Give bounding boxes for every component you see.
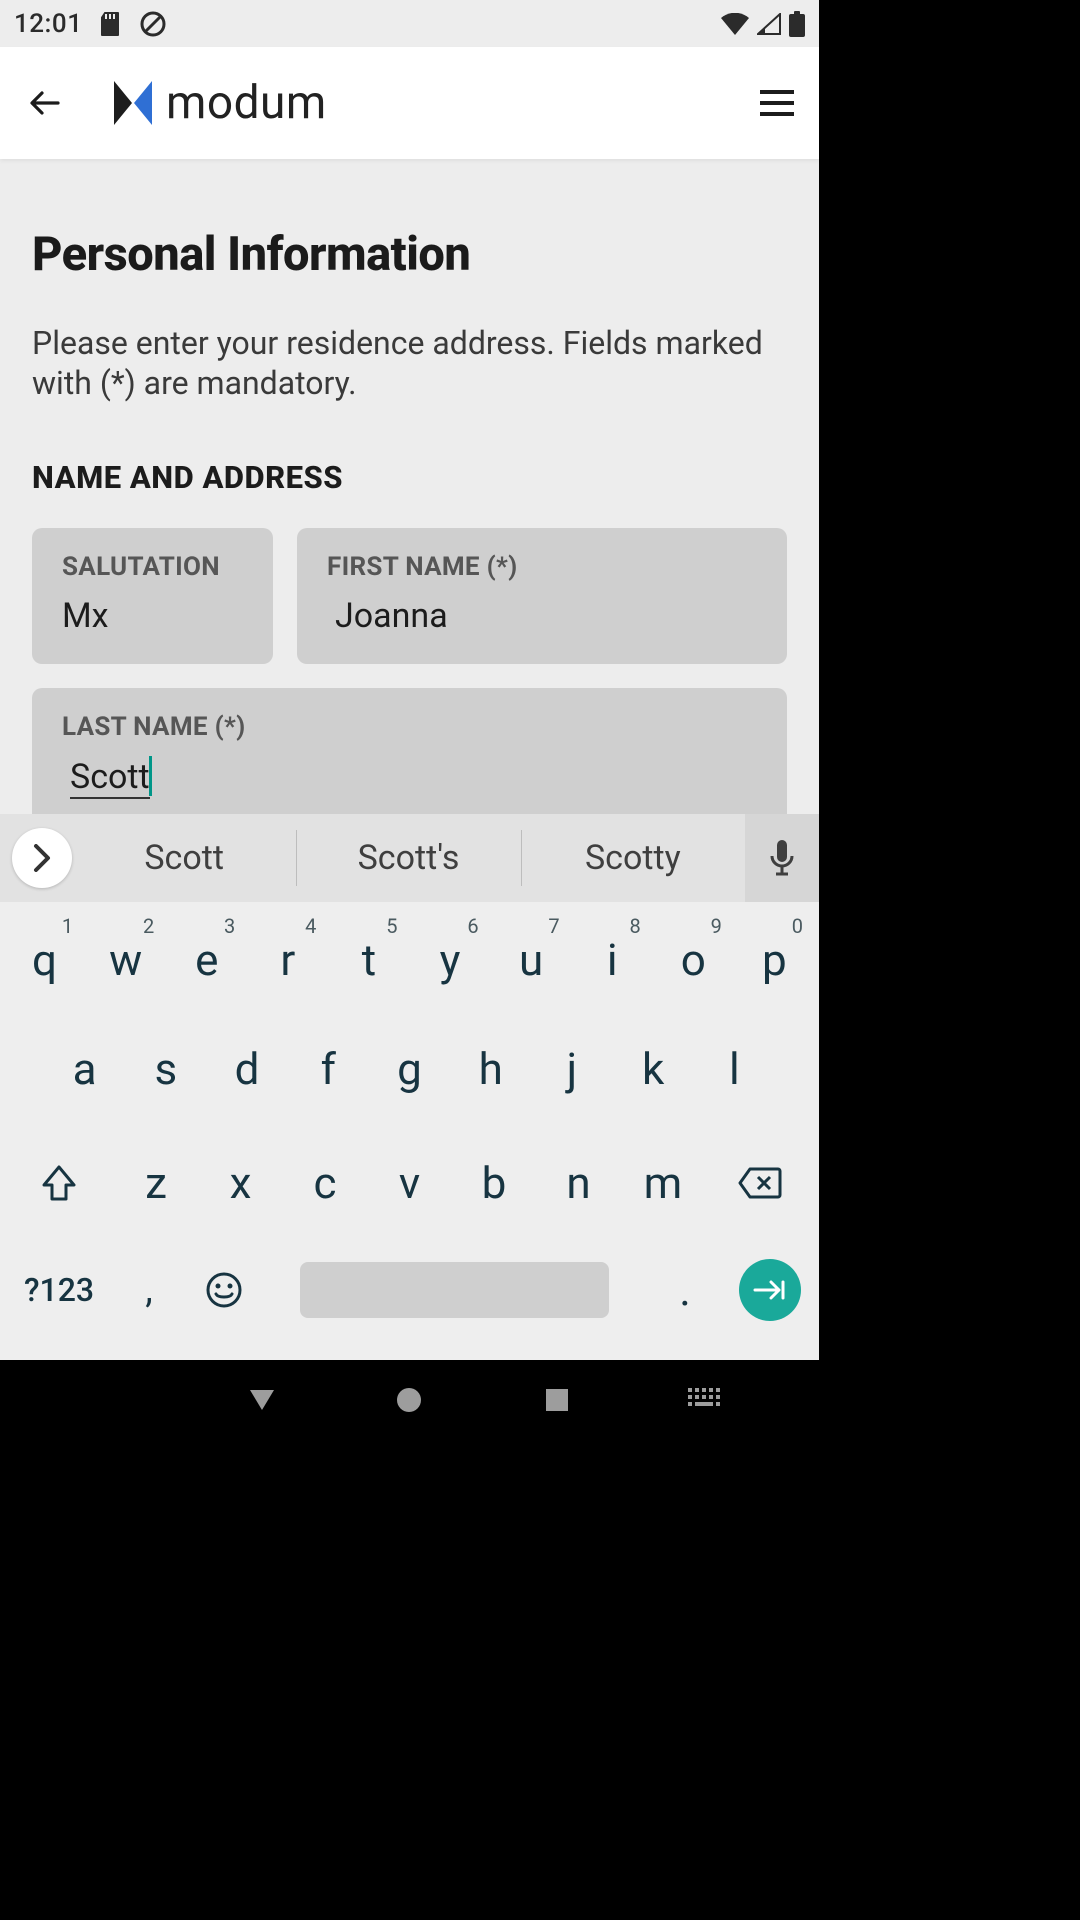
app-bar: modum: [0, 47, 819, 159]
first-name-field[interactable]: FIRST NAME (*) Joanna: [297, 528, 787, 664]
app-logo: modum: [114, 76, 327, 130]
system-nav-bar: [0, 1360, 819, 1440]
back-button[interactable]: [18, 75, 74, 131]
keyboard-area: ScottScott'sScotty q1w2e3r4t5y6u7i8o9p0 …: [0, 814, 819, 1360]
key-t[interactable]: t5: [328, 908, 409, 1012]
battery-icon: [789, 11, 805, 37]
key-u[interactable]: u7: [491, 908, 572, 1012]
microphone-icon: [769, 840, 795, 876]
nav-back-button[interactable]: [234, 1372, 290, 1428]
symbols-key[interactable]: ?123: [4, 1245, 114, 1335]
key-b[interactable]: b: [452, 1126, 536, 1240]
nav-circle-icon: [395, 1386, 423, 1414]
hamburger-icon: [760, 90, 794, 116]
key-z[interactable]: z: [114, 1126, 198, 1240]
status-time: 12:01: [14, 9, 82, 39]
voice-input-button[interactable]: [745, 814, 819, 902]
key-l[interactable]: l: [694, 1012, 775, 1126]
first-name-label: FIRST NAME (*): [327, 552, 757, 582]
key-n[interactable]: n: [536, 1126, 620, 1240]
soft-keyboard: q1w2e3r4t5y6u7i8o9p0 asdfghjkl zxcvbnm ?…: [0, 902, 819, 1360]
nav-home-button[interactable]: [381, 1372, 437, 1428]
key-a[interactable]: a: [44, 1012, 125, 1126]
key-i[interactable]: i8: [572, 908, 653, 1012]
key-c[interactable]: c: [283, 1126, 367, 1240]
page-subtitle: Please enter your residence address. Fie…: [32, 324, 787, 403]
shift-key[interactable]: [4, 1126, 114, 1240]
key-o[interactable]: o9: [653, 908, 734, 1012]
key-g[interactable]: g: [369, 1012, 450, 1126]
backspace-key[interactable]: [705, 1126, 815, 1240]
comma-key[interactable]: ,: [114, 1245, 184, 1335]
chevron-right-icon: [32, 844, 52, 872]
page-title: Personal Information: [32, 227, 787, 282]
suggestion-1[interactable]: Scott's: [296, 814, 520, 902]
key-q[interactable]: q1: [4, 908, 85, 1012]
key-s[interactable]: s: [125, 1012, 206, 1126]
last-name-label: LAST NAME (*): [62, 712, 757, 742]
key-k[interactable]: k: [613, 1012, 694, 1126]
last-name-value: Scott: [62, 756, 757, 799]
key-d[interactable]: d: [206, 1012, 287, 1126]
emoji-key[interactable]: [184, 1245, 264, 1335]
enter-key[interactable]: [725, 1245, 815, 1335]
period-key[interactable]: .: [645, 1245, 725, 1335]
sd-card-icon: [100, 11, 122, 37]
status-bar: 12:01: [0, 0, 819, 47]
key-h[interactable]: h: [450, 1012, 531, 1126]
suggestion-2[interactable]: Scotty: [521, 814, 745, 902]
app-brand-name: modum: [166, 76, 327, 130]
backspace-icon: [738, 1167, 782, 1199]
modum-logo-icon: [114, 81, 152, 125]
enter-icon: [753, 1278, 787, 1302]
key-m[interactable]: m: [621, 1126, 705, 1240]
do-not-disturb-icon: [140, 11, 166, 37]
cell-signal-icon: [757, 13, 781, 35]
salutation-label: SALUTATION: [62, 552, 243, 582]
shift-icon: [42, 1165, 76, 1201]
wifi-icon: [721, 13, 749, 35]
suggestion-0[interactable]: Scott: [72, 814, 296, 902]
key-v[interactable]: v: [367, 1126, 451, 1240]
arrow-left-icon: [26, 83, 66, 123]
nav-recents-button[interactable]: [529, 1372, 585, 1428]
last-name-field[interactable]: LAST NAME (*) Scott: [32, 688, 787, 833]
keyboard-switch-icon: [688, 1388, 722, 1412]
first-name-value: Joanna: [327, 596, 757, 636]
salutation-field[interactable]: SALUTATION Mx: [32, 528, 273, 664]
expand-suggestions-button[interactable]: [12, 828, 72, 888]
key-f[interactable]: f: [288, 1012, 369, 1126]
key-x[interactable]: x: [198, 1126, 282, 1240]
nav-triangle-down-icon: [246, 1386, 278, 1414]
key-e[interactable]: e3: [166, 908, 247, 1012]
space-key[interactable]: [300, 1262, 609, 1318]
page-content: Personal Information Please enter your r…: [0, 159, 819, 833]
emoji-icon: [206, 1272, 242, 1308]
section-name-address: NAME AND ADDRESS: [32, 459, 787, 496]
key-w[interactable]: w2: [85, 908, 166, 1012]
salutation-value: Mx: [62, 596, 243, 636]
key-y[interactable]: y6: [409, 908, 490, 1012]
key-r[interactable]: r4: [247, 908, 328, 1012]
menu-button[interactable]: [753, 79, 801, 127]
suggestion-bar: ScottScott'sScotty: [0, 814, 819, 902]
nav-keyboard-switch-button[interactable]: [677, 1372, 733, 1428]
key-j[interactable]: j: [531, 1012, 612, 1126]
key-p[interactable]: p0: [734, 908, 815, 1012]
text-caret: [149, 756, 152, 796]
nav-square-icon: [544, 1387, 570, 1413]
